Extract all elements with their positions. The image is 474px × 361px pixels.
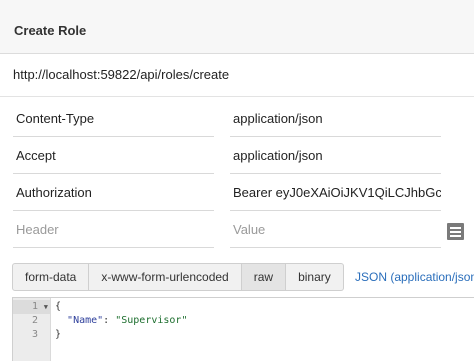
header-row: Accept application/json — [0, 139, 474, 175]
page-title: Create Role — [14, 23, 87, 38]
header-key-input[interactable]: Content-Type — [13, 102, 214, 137]
json-key: "Name" — [67, 315, 104, 326]
code-line: { — [55, 301, 62, 312]
header-value-input[interactable]: application/json — [230, 139, 441, 174]
url-field[interactable]: http://localhost:59822/api/roles/create — [13, 67, 229, 82]
header-value-input[interactable]: Bearer eyJ0eXAiOiJKV1QiLCJhbGciOiJIUzI1N… — [230, 176, 441, 211]
new-header-key-input[interactable]: Header — [13, 213, 214, 248]
code-line: "Name": "Supervisor" — [55, 314, 187, 328]
tab-form-data[interactable]: form-data — [12, 263, 90, 291]
header-value-input[interactable]: application/json — [230, 102, 441, 137]
body-editor[interactable]: 1 ▼ 2 3 { "Name": "Supervisor" } — [12, 297, 474, 361]
list-icon[interactable] — [447, 223, 464, 240]
line-number-gutter: 1 ▼ 2 3 — [13, 298, 51, 361]
tab-raw[interactable]: raw — [241, 263, 287, 291]
json-separator: : — [103, 315, 116, 326]
header-row-empty: Header Value — [0, 213, 474, 249]
header-key-input[interactable]: Authorization — [13, 176, 214, 211]
body-type-tabs: form-data x-www-form-urlencoded raw bina… — [12, 263, 344, 291]
tab-binary[interactable]: binary — [286, 263, 344, 291]
header-row: Authorization Bearer eyJ0eXAiOiJKV1QiLCJ… — [0, 176, 474, 212]
title-bar: Create Role — [0, 0, 474, 54]
divider — [0, 96, 474, 97]
header-row: Content-Type application/json — [0, 102, 474, 138]
line-number: 1 ▼ — [13, 300, 50, 314]
content-type-dropdown[interactable]: JSON (application/json) — [355, 270, 474, 284]
code-line: } — [55, 329, 62, 340]
header-key-input[interactable]: Accept — [13, 139, 214, 174]
new-header-value-input[interactable]: Value — [230, 213, 441, 248]
line-number: 3 — [31, 329, 38, 340]
fold-arrow-icon[interactable]: ▼ — [44, 300, 48, 314]
line-number: 2 — [31, 315, 38, 326]
tab-x-www-form-urlencoded[interactable]: x-www-form-urlencoded — [89, 263, 242, 291]
json-value: "Supervisor" — [115, 315, 188, 326]
